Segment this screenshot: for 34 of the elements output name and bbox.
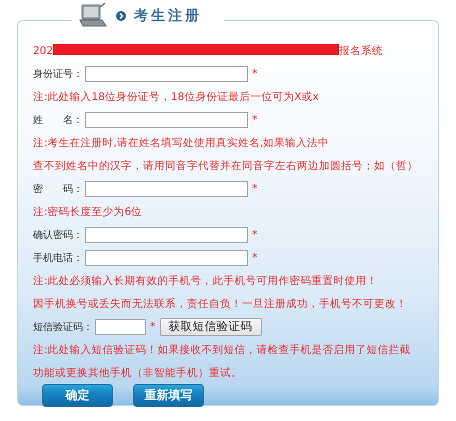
input-field[interactable] bbox=[85, 250, 248, 266]
input-field[interactable] bbox=[85, 112, 248, 128]
reset-button[interactable]: 重新填写 bbox=[133, 384, 204, 407]
system-title: 202 bbox=[33, 44, 54, 56]
required-mark: * bbox=[252, 251, 258, 264]
get-code-button[interactable]: 获取短信验证码 bbox=[160, 318, 262, 336]
laptop-icon bbox=[78, 2, 108, 28]
note-text: 查不到姓名中的汉字，请用同音字代替并在同音字左右两边加圆括号；如（哲） bbox=[33, 158, 418, 172]
note-text: 注:考生在注册时,请在姓名填写处使用真实姓名,如果输入法中 bbox=[33, 136, 330, 150]
note-text: 注:此处必须输入长期有效的手机号，此手机号可用作密码重置时使用！ bbox=[33, 274, 378, 288]
field-label: 短信验证码： bbox=[33, 320, 93, 334]
required-mark: * bbox=[150, 320, 156, 333]
input-field[interactable] bbox=[95, 318, 146, 334]
note-text: 因手机换号或丢失而无法联系，责任自负！一旦注册成功，手机号不可更改！ bbox=[33, 296, 407, 310]
confirm-button[interactable]: 确定 bbox=[42, 384, 113, 407]
field-label: 身份证号： bbox=[33, 68, 83, 80]
arrow-circle-icon bbox=[116, 10, 126, 20]
field-label: 确认密码： bbox=[33, 228, 83, 242]
note-text: 功能或更换其他手机（非智能手机）重试。 bbox=[33, 366, 242, 380]
input-field[interactable] bbox=[85, 226, 248, 242]
required-mark: * bbox=[252, 113, 258, 126]
required-mark: * bbox=[252, 228, 258, 241]
note-text: 注:密码长度至少为6位 bbox=[33, 204, 142, 218]
system-title: 报名系统 bbox=[339, 44, 384, 58]
panel-title: 考生注册 bbox=[134, 6, 202, 24]
input-field[interactable] bbox=[85, 66, 248, 82]
input-field[interactable] bbox=[85, 180, 248, 196]
field-label: 密 码： bbox=[33, 182, 83, 196]
field-label: 姓 名： bbox=[33, 114, 83, 126]
required-mark: * bbox=[252, 67, 258, 80]
note-text: 注:此处输入18位身份证号，18位身份证最后一位可为X或x bbox=[33, 90, 319, 104]
note-text: 注:此处输入短信验证码！如果接收不到短信，请检查手机是否启用了短信拦截 bbox=[33, 342, 411, 356]
field-label: 手机电话： bbox=[33, 252, 83, 264]
required-mark: * bbox=[252, 182, 258, 195]
